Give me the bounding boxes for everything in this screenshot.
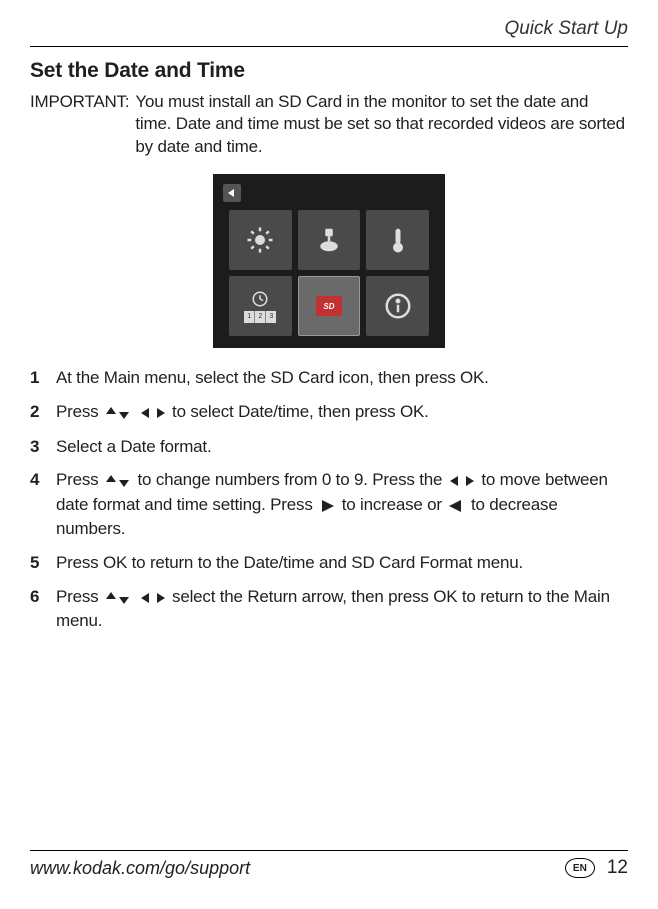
step-4: Press to change numbers from 0 to 9. Pre… xyxy=(30,468,628,541)
left-right-arrow-icon xyxy=(449,469,475,493)
temperature-icon xyxy=(366,210,429,270)
left-right-arrow-icon xyxy=(140,401,166,425)
steps-list: At the Main menu, select the SD Card ico… xyxy=(30,366,628,633)
camera-icon xyxy=(298,210,361,270)
page-number: 12 xyxy=(607,857,628,879)
up-down-arrow-icon xyxy=(105,469,131,493)
step-3: Select a Date format. xyxy=(30,435,628,459)
important-note: IMPORTANT: You must install an SD Card i… xyxy=(30,91,628,158)
left-right-arrow-icon xyxy=(140,585,166,609)
breadcrumb: Quick Start Up xyxy=(30,18,628,40)
sd-card-icon: SD xyxy=(298,276,361,336)
brightness-icon xyxy=(229,210,292,270)
date-digit: 3 xyxy=(266,311,276,323)
step-2: Press to select Date/time, then press OK… xyxy=(30,400,628,424)
important-label: IMPORTANT: xyxy=(30,91,129,158)
date-digit: 1 xyxy=(244,311,255,323)
up-down-arrow-icon xyxy=(105,401,131,425)
step-text: Press xyxy=(56,402,103,421)
right-arrow-icon xyxy=(319,493,335,517)
sd-label: SD xyxy=(323,302,334,311)
date-icon: 123 xyxy=(229,276,292,336)
step-1: At the Main menu, select the SD Card ico… xyxy=(30,366,628,390)
step-text: to select Date/time, then press OK. xyxy=(172,402,429,421)
up-down-arrow-icon xyxy=(105,585,131,609)
footer-rule xyxy=(30,850,628,851)
footer: www.kodak.com/go/support EN 12 xyxy=(30,850,628,879)
language-badge: EN xyxy=(565,858,595,878)
step-5: Press OK to return to the Date/time and … xyxy=(30,551,628,575)
date-digit: 2 xyxy=(255,311,266,323)
back-arrow-icon xyxy=(223,184,241,202)
step-text: to change numbers from 0 to 9. Press the xyxy=(138,470,447,489)
header-rule xyxy=(30,46,628,47)
step-text: Press xyxy=(56,470,103,489)
support-link[interactable]: www.kodak.com/go/support xyxy=(30,858,250,879)
info-icon xyxy=(366,276,429,336)
important-text: You must install an SD Card in the monit… xyxy=(135,91,628,158)
step-6: Press select the Return arrow, then pres… xyxy=(30,585,628,633)
section-title: Set the Date and Time xyxy=(30,59,628,83)
step-text: Press xyxy=(56,587,103,606)
left-arrow-icon xyxy=(448,493,464,517)
step-text: to increase or xyxy=(342,495,447,514)
menu-screenshot: 123 SD xyxy=(213,174,445,348)
